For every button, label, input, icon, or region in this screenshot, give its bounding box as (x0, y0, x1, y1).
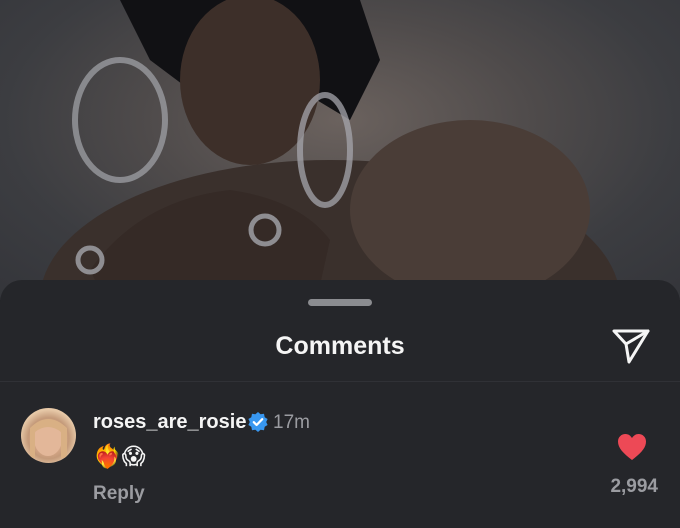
avatar[interactable] (21, 408, 76, 463)
verified-badge-icon (248, 412, 268, 432)
heart-icon[interactable] (617, 433, 647, 461)
sheet-grabber-handle[interactable] (308, 299, 372, 306)
reply-button[interactable]: Reply (93, 483, 145, 505)
comment-text: ❤️‍🔥😱 (93, 443, 146, 469)
comment-username[interactable]: roses_are_rosie (93, 411, 246, 434)
send-icon[interactable] (610, 324, 652, 366)
like-count: 2,994 (610, 476, 658, 497)
comments-sheet: Comments roses_are_rosie 17m ❤️‍🔥😱 Reply… (0, 280, 680, 528)
sheet-divider (0, 381, 680, 382)
post-photo-background (0, 0, 680, 300)
comment-timestamp: 17m (273, 412, 310, 433)
sheet-title: Comments (275, 332, 405, 360)
